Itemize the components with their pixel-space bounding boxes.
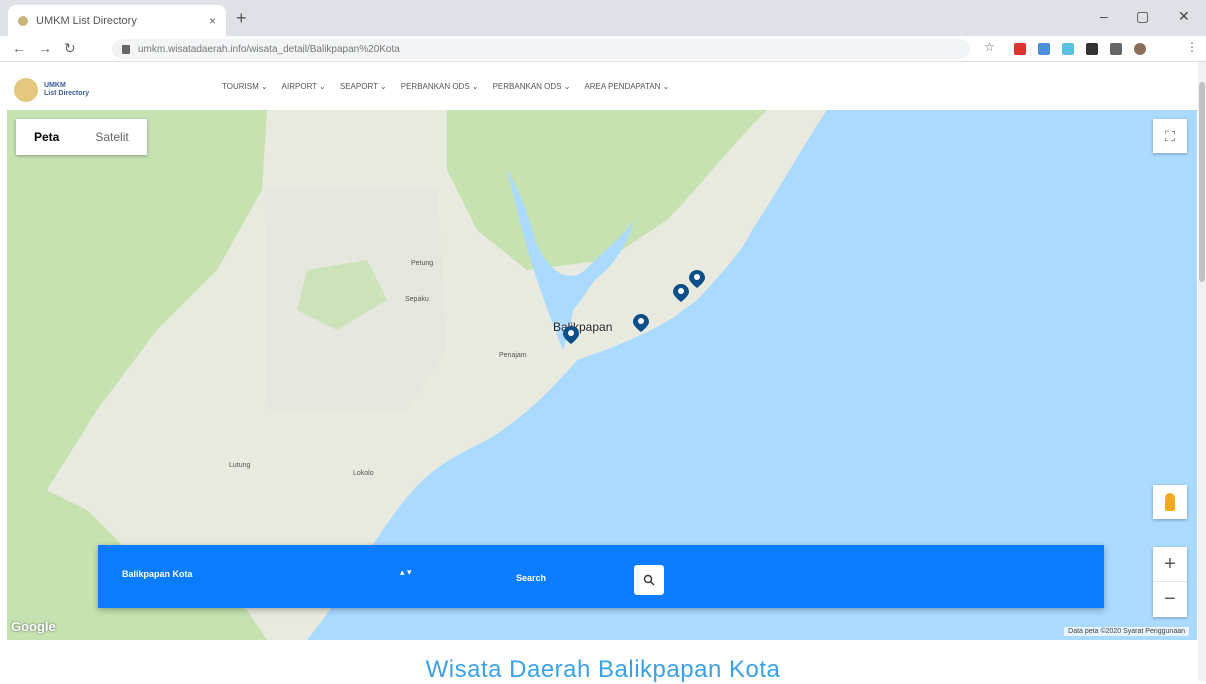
city-label: Balikpapan — [553, 320, 613, 334]
tab-close-icon[interactable]: × — [209, 14, 216, 28]
site-navbar: UMKM List Directory TOURISM ⌄ AIRPORT ⌄ … — [0, 62, 1206, 110]
browser-menu-icon[interactable]: ⋮ — [1186, 40, 1198, 54]
tab-title: UMKM List Directory — [36, 14, 137, 27]
logo-line1: UMKM — [44, 82, 66, 89]
map-attribution[interactable]: Data peta ©2020 Syarat Penggunaan — [1064, 627, 1189, 636]
map-marker-icon[interactable] — [563, 326, 579, 344]
region-select[interactable]: Balikpapan Kota — [122, 569, 193, 579]
back-icon[interactable]: ← — [12, 40, 26, 56]
menu-item-tourism[interactable]: TOURISM ⌄ — [222, 82, 268, 91]
close-window-button[interactable]: ✕ — [1178, 8, 1190, 25]
extension-icon[interactable] — [1086, 43, 1098, 55]
extension-icon[interactable] — [1038, 43, 1050, 55]
town-label: Sepaku — [405, 296, 429, 303]
town-label: Petung — [411, 260, 434, 267]
profile-avatar[interactable] — [1134, 43, 1146, 55]
menu-item-perbankan-2[interactable]: PERBANKAN ODS ⌄ — [493, 82, 571, 91]
browser-tab[interactable]: UMKM List Directory × — [8, 5, 226, 36]
search-icon — [643, 574, 655, 586]
street-view-pegman-icon[interactable] — [1153, 485, 1187, 519]
new-tab-button[interactable]: + — [236, 8, 247, 29]
minimize-button[interactable]: – — [1100, 8, 1108, 24]
search-button[interactable] — [634, 565, 664, 595]
zoom-out-button[interactable]: − — [1153, 582, 1187, 617]
forward-icon[interactable]: → — [38, 40, 52, 56]
zoom-control: + − — [1153, 547, 1187, 617]
lock-icon — [122, 44, 130, 54]
town-label: Lutung — [229, 462, 251, 469]
reload-icon[interactable]: ↻ — [64, 40, 76, 57]
select-caret-icon[interactable]: ▴ ▾ — [400, 567, 412, 578]
logo-line2: List Directory — [44, 90, 90, 97]
menu-item-airport[interactable]: AIRPORT ⌄ — [282, 82, 326, 91]
url-text: umkm.wisatadaerah.info/wisata_detail/Bal… — [138, 43, 400, 55]
menu-item-perbankan-1[interactable]: PERBANKAN ODS ⌄ — [401, 82, 479, 91]
search-label: Search — [516, 573, 547, 583]
extension-icon[interactable] — [1062, 43, 1074, 55]
main-menu: TOURISM ⌄ AIRPORT ⌄ SEAPORT ⌄ PERBANKAN … — [222, 82, 683, 91]
menu-item-seaport[interactable]: SEAPORT ⌄ — [340, 82, 387, 91]
address-bar: ← → ↻ umkm.wisatadaerah.info/wisata_deta… — [0, 36, 1206, 62]
maximize-button[interactable]: ▢ — [1136, 8, 1149, 25]
page-scrollbar[interactable] — [1198, 62, 1206, 681]
logo-icon — [14, 78, 38, 102]
url-field[interactable]: umkm.wisatadaerah.info/wisata_detail/Bal… — [112, 39, 970, 59]
bookmark-star-icon[interactable]: ☆ — [984, 40, 995, 54]
map-marker-icon[interactable] — [633, 314, 649, 332]
map-type-peta[interactable]: Peta — [16, 119, 77, 155]
town-label: Penajam — [499, 352, 527, 359]
extension-icon[interactable] — [1110, 43, 1122, 55]
page-heading: Wisata Daerah Balikpapan Kota — [425, 656, 781, 683]
town-label: Lokolo — [353, 470, 374, 477]
google-logo: Google — [11, 619, 56, 634]
fullscreen-button[interactable]: ⛶ — [1153, 119, 1187, 153]
scrollbar-thumb[interactable] — [1199, 82, 1205, 282]
map-type-toggle: Peta Satelit — [16, 119, 147, 155]
map-marker-icon[interactable] — [689, 270, 705, 288]
search-panel: Balikpapan Kota ▴ ▾ Search — [98, 545, 1104, 608]
site-logo[interactable]: UMKM List Directory — [14, 78, 89, 102]
favicon-icon — [18, 15, 28, 26]
extension-icon[interactable] — [1014, 43, 1026, 55]
map-marker-icon[interactable] — [673, 284, 689, 302]
menu-item-area-pendapatan[interactable]: AREA PENDAPATAN ⌄ — [584, 82, 669, 91]
zoom-in-button[interactable]: + — [1153, 547, 1187, 582]
map-type-satelit[interactable]: Satelit — [77, 119, 146, 155]
browser-tab-bar: UMKM List Directory × + – ▢ ✕ — [0, 0, 1206, 36]
